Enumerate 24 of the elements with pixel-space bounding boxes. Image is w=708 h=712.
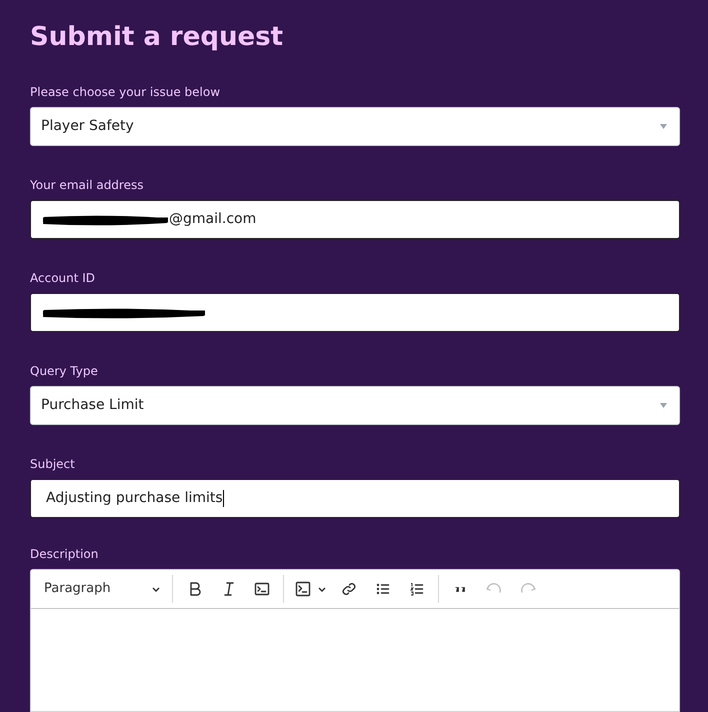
numbered-list-icon	[408, 580, 426, 598]
input-field[interactable]	[30, 293, 680, 332]
chevron-down-icon	[318, 586, 326, 592]
field-label: Description	[30, 546, 100, 563]
paragraph-format-dropdown[interactable]: Paragraph	[36, 574, 168, 604]
dropdown-field[interactable]: Player Safety	[30, 107, 680, 146]
input-field[interactable]: @gmail.com	[30, 200, 680, 239]
link-icon	[340, 580, 358, 598]
dropdown-field[interactable]: Purchase Limit	[30, 386, 680, 425]
field-label: Account ID	[30, 270, 96, 287]
chevron-down-icon	[152, 586, 160, 592]
field-label: Subject	[30, 456, 76, 473]
input-field[interactable]: Adjusting purchase limits	[30, 479, 680, 518]
dropdown-arrow-icon	[660, 403, 667, 408]
quote-icon	[455, 586, 465, 592]
field-label: Please choose your issue below	[30, 84, 222, 101]
code-block-icon	[294, 580, 312, 598]
field-label: Your email address	[30, 177, 144, 194]
text-cursor	[222, 490, 224, 507]
code-icon	[253, 580, 271, 598]
dropdown-arrow-icon	[660, 124, 667, 129]
page-title: Submit a request	[30, 21, 284, 54]
field-label: Query Type	[30, 363, 99, 380]
rich-text-editor[interactable]: Paragraph	[30, 569, 680, 712]
